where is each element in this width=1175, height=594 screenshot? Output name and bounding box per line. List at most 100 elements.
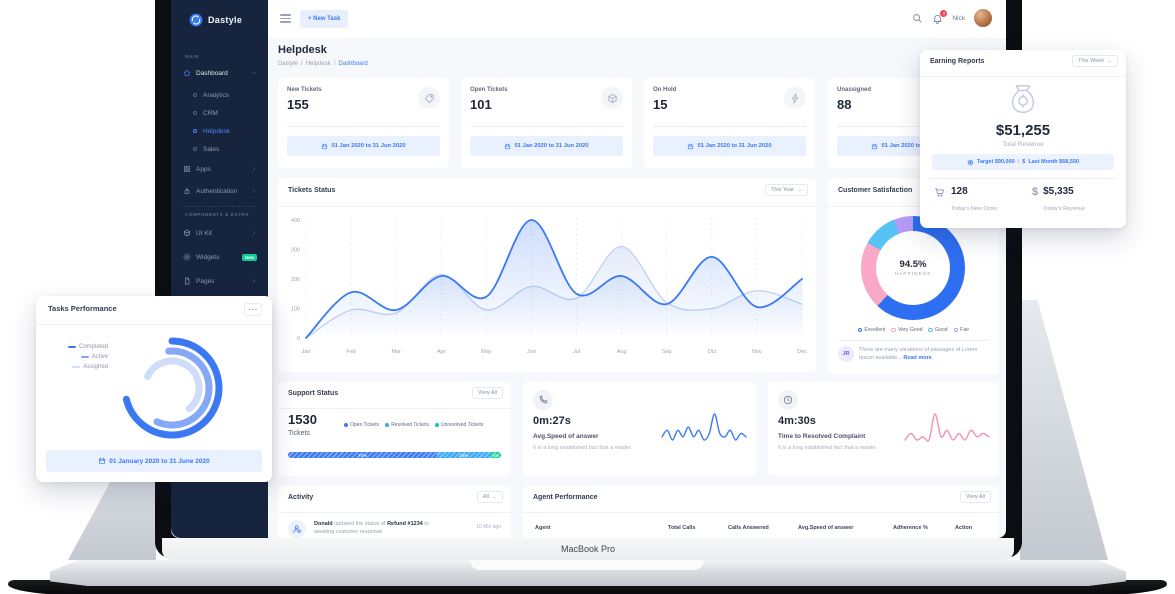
activity-filter-dropdown[interactable]: All — [477, 491, 503, 503]
legend-dot — [928, 328, 933, 333]
date-range-button[interactable]: 01 Jan 2020 to 31 Jun 2020 — [287, 136, 440, 156]
date-range-button[interactable]: 01 Jan 2020 to 31 Jun 2020 — [470, 136, 623, 156]
view-all-button[interactable]: View All — [472, 387, 503, 399]
column-header: Avg.Speed of answer — [798, 525, 853, 531]
legend-dot — [435, 423, 439, 427]
legend-item[interactable]: Resolved Tickets — [385, 422, 429, 428]
todays-orders: 128Today's New Order — [934, 186, 998, 215]
svg-text:Feb: Feb — [346, 349, 355, 355]
sidebar-item-uikit[interactable]: UI Kit — [183, 226, 257, 240]
legend-item[interactable]: Good — [928, 327, 947, 333]
support-legend: Open Tickets Resolved Tickets Unresolved… — [344, 422, 483, 428]
sidebar-item-pages[interactable]: Pages — [183, 274, 257, 288]
legend-item[interactable]: Excellent — [858, 327, 886, 333]
calendar-icon — [504, 143, 511, 150]
stat-value: 101 — [470, 97, 492, 112]
sidebar-item-crm[interactable]: CRM — [193, 106, 257, 120]
earning-reports-card: Earning Reports This Week $51,255 Total … — [920, 50, 1126, 228]
satisfaction-donut-chart: 94.5% HAPPINESS — [861, 216, 965, 320]
avatar: JR — [838, 346, 854, 362]
notification-badge: 3 — [940, 10, 947, 17]
card-title: Earning Reports — [930, 58, 984, 65]
legend-item[interactable]: Active — [50, 354, 108, 360]
date-range-button[interactable]: 01 January 2020 to 31 June 2020 — [46, 450, 262, 472]
new-task-button[interactable]: + New Task — [300, 10, 348, 28]
agent-performance-card: Agent Performance View All Agent Total C… — [523, 486, 999, 538]
logo-text: Dastyle — [208, 15, 242, 25]
svg-text:300: 300 — [291, 248, 300, 254]
sidebar-item-apps[interactable]: Apps — [183, 162, 257, 176]
resolve-time-card: 4m:30s Time to Resolved Complaint It is … — [768, 382, 999, 476]
revenue-label: Today's Revenue — [1043, 206, 1085, 212]
sidebar-item-authentication[interactable]: Authentication — [183, 184, 257, 198]
laptop-notch — [470, 560, 704, 570]
tasks-radial-chart — [112, 328, 232, 448]
breadcrumb-mid[interactable]: Helpdesk — [306, 61, 331, 67]
chevron-right-icon — [251, 188, 257, 194]
legend-label: Completed — [79, 344, 108, 350]
week-filter-dropdown[interactable]: This Week — [1072, 55, 1118, 67]
filter-label: This Year — [771, 187, 794, 193]
breadcrumb-sep: / — [334, 61, 336, 67]
search-icon[interactable] — [912, 13, 923, 24]
home-icon — [183, 69, 191, 77]
tickets-count: 1530 — [288, 412, 317, 427]
sidebar-item-dashboard[interactable]: Dashboard — [183, 66, 257, 80]
more-options-button[interactable] — [244, 303, 262, 316]
cube-icon — [607, 93, 618, 104]
read-more-link[interactable]: Read more — [903, 355, 931, 361]
legend-item[interactable]: Assigned — [50, 364, 108, 370]
chevron-down-icon — [797, 188, 802, 193]
cube-icon — [183, 229, 191, 237]
date-range-button[interactable]: 01 Jan 2020 to 31 Jun 2020 — [653, 136, 806, 156]
notifications-button[interactable]: 3 — [932, 13, 943, 24]
sidebar-item-analytics[interactable]: Analytics — [193, 88, 257, 102]
legend-item[interactable]: Completed — [50, 344, 108, 350]
breadcrumb: Dastyle / Helpdesk / Dashboard — [278, 61, 368, 67]
svg-text:400: 400 — [291, 218, 300, 224]
column-header: Calls Answered — [728, 525, 769, 531]
target-summary: Target $90,000 / $ Last Month $68,550 — [932, 154, 1114, 170]
activity-item: Donald updated the status of Refund #123… — [314, 520, 442, 537]
column-header: Action — [955, 525, 972, 531]
happiness-score: 94.5% — [900, 259, 927, 270]
stat-value: 15 — [653, 97, 667, 112]
legend-label: Excellent — [864, 327, 885, 333]
svg-text:Aug: Aug — [617, 349, 627, 355]
table-header-row: Agent Total Calls Calls Answered Avg.Spe… — [523, 522, 999, 536]
clock-icon — [783, 395, 793, 405]
year-filter-dropdown[interactable]: This Year — [765, 184, 808, 196]
date-range-label: 01 Jan 2020 to 31 Jun 2020 — [514, 143, 588, 149]
legend-item[interactable]: Unresolved Tickets — [435, 422, 483, 428]
avatar[interactable] — [974, 9, 992, 27]
legend-item[interactable]: Open Tickets — [344, 422, 379, 428]
tasks-performance-card: Tasks Performance Completed Active Assig… — [36, 296, 272, 482]
legend-label: Open Tickets — [350, 422, 379, 428]
separator: / — [1018, 159, 1020, 165]
bullet-icon — [193, 147, 197, 151]
breadcrumb-current: Dashboard — [338, 61, 367, 67]
breadcrumb-root[interactable]: Dastyle — [278, 61, 298, 67]
legend-dot — [891, 328, 896, 333]
view-all-button[interactable]: View All — [960, 491, 991, 503]
user-name[interactable]: Nick — [952, 15, 965, 22]
tickets-status-chart: 0100200300400JanFebMarAprMayJunJulAugSep… — [284, 210, 810, 367]
column-header: Adherence % — [893, 525, 928, 531]
app-logo[interactable]: Dastyle — [189, 13, 242, 27]
stat-card-new-tickets: New Tickets 155 01 Jan 2020 to 31 Jun 20… — [278, 78, 449, 168]
legend-dot — [954, 328, 959, 333]
chevron-down-icon — [251, 70, 257, 76]
target-icon — [967, 159, 974, 166]
stat-value: 155 — [287, 97, 309, 112]
dastyle-logo-icon — [189, 13, 203, 27]
speed-desc: It is a long established fact that a rea… — [533, 445, 632, 451]
sidebar-item-sales[interactable]: Sales — [193, 142, 257, 156]
sidebar-item-widgets[interactable]: Widgets New — [183, 250, 257, 264]
bar-segment: 25% — [437, 452, 490, 458]
legend-item[interactable]: Fair — [954, 327, 969, 333]
total-revenue-label: Total Revenue — [920, 141, 1126, 148]
legend-item[interactable]: Very Good — [891, 327, 922, 333]
orders-label: Today's New Order — [951, 206, 998, 212]
menu-toggle-icon[interactable] — [280, 14, 291, 23]
sidebar-item-helpdesk[interactable]: Helpdesk — [193, 124, 257, 138]
